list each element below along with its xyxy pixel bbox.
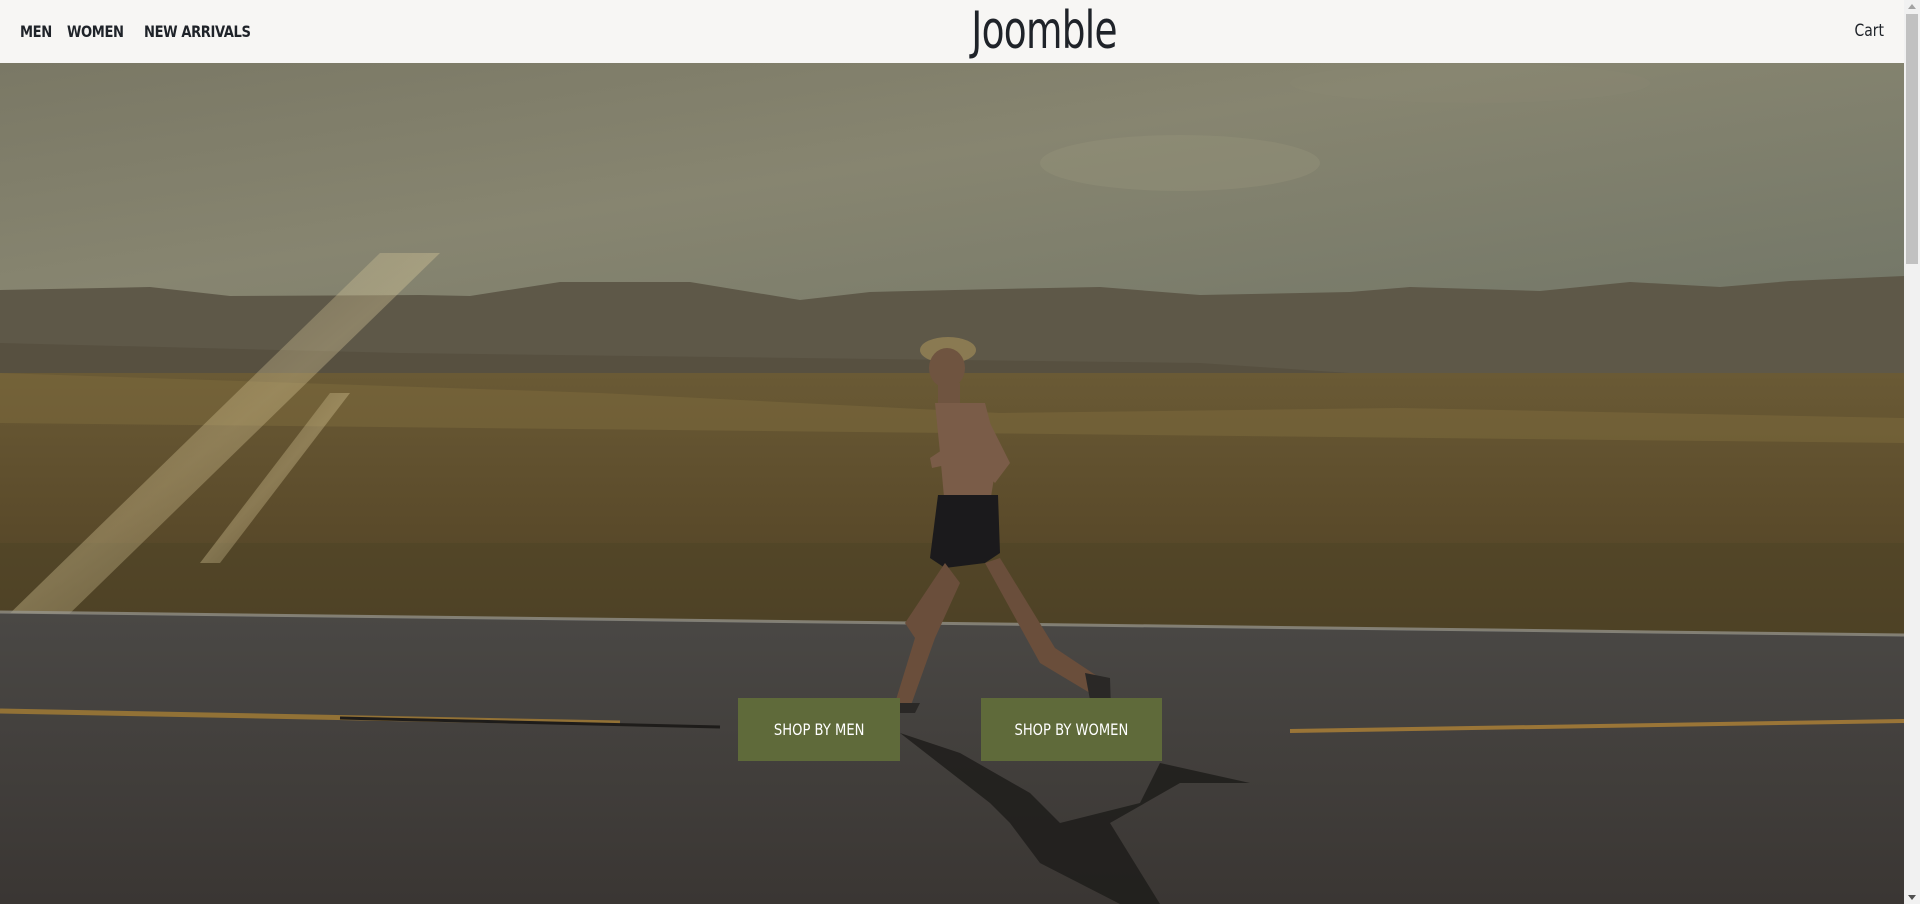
shop-by-men-button[interactable]: SHOP BY MEN	[738, 698, 900, 761]
site-header: MEN WOMEN NEW ARRIVALS Joomble Cart	[0, 0, 1904, 63]
scroll-thumb[interactable]	[1906, 14, 1918, 264]
shop-by-men-label: SHOP BY MEN	[773, 720, 865, 739]
cart-link[interactable]: Cart	[1855, 0, 1884, 63]
page-scrollbar[interactable]	[1904, 0, 1920, 904]
scroll-up-arrow-icon[interactable]	[1908, 4, 1916, 9]
hero-image	[0, 63, 1904, 904]
page: MEN WOMEN NEW ARRIVALS Joomble Cart SHOP…	[0, 0, 1920, 904]
scroll-down-arrow-icon[interactable]	[1908, 895, 1916, 900]
hero-banner: SHOP BY MEN SHOP BY WOMEN	[0, 63, 1904, 904]
site-logo-text[interactable]: Joomble	[971, 0, 1117, 63]
hero-cta-group: SHOP BY MEN SHOP BY WOMEN	[0, 698, 1904, 761]
shop-by-women-label: SHOP BY WOMEN	[1014, 720, 1129, 739]
site-logo[interactable]: Joomble	[0, 0, 1920, 63]
shop-by-women-button[interactable]: SHOP BY WOMEN	[981, 698, 1162, 761]
